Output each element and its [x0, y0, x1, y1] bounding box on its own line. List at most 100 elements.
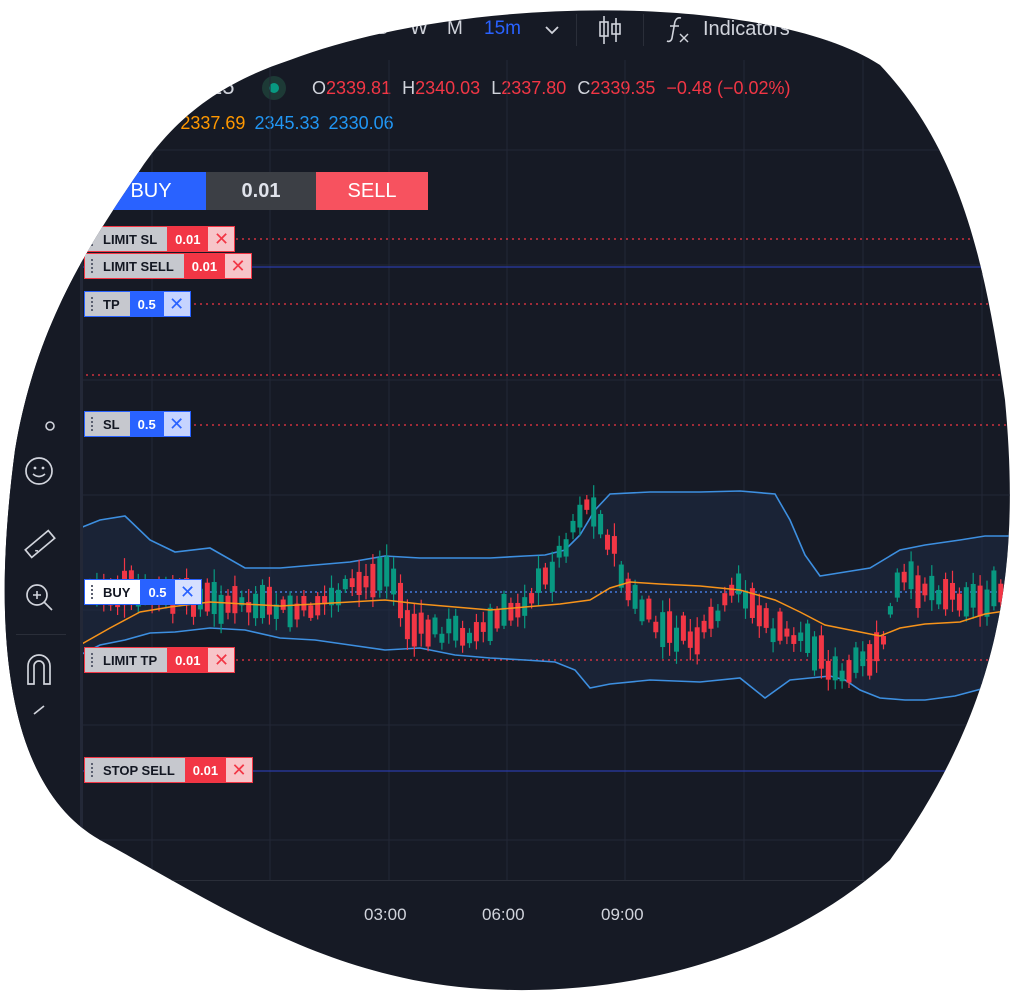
candle-body: [205, 583, 210, 612]
time-axis-label: 06:00: [482, 905, 525, 924]
close-icon[interactable]: ✕: [226, 758, 252, 782]
candle-body: [653, 622, 658, 632]
candle-body: [267, 587, 272, 615]
candle-body: [474, 622, 479, 641]
candle-body: [853, 647, 858, 672]
time-axis-label: 03:00: [364, 905, 407, 924]
close-icon[interactable]: ✕: [164, 412, 190, 436]
close-icon[interactable]: ✕: [208, 227, 234, 251]
candle-body: [536, 568, 541, 592]
candle-body: [253, 594, 258, 618]
candle-body: [929, 576, 934, 600]
candle-body: [502, 594, 507, 626]
candle-body: [847, 660, 852, 683]
candle-body: [950, 583, 955, 600]
toolbar-divider: [16, 634, 66, 635]
candle-body: [791, 635, 796, 644]
candle-body: [412, 614, 417, 647]
close-icon[interactable]: ✕: [208, 648, 234, 672]
order-qty[interactable]: 0.5: [130, 292, 164, 316]
emoji-icon[interactable]: [24, 456, 54, 491]
candle-body: [784, 629, 789, 637]
candle-body: [357, 572, 362, 595]
order-qty[interactable]: 0.01: [167, 648, 208, 672]
candle-body: [660, 612, 665, 647]
drag-handle-icon[interactable]: [91, 653, 93, 669]
candle-body: [370, 564, 375, 597]
candle-body: [943, 579, 948, 609]
candle-body: [681, 616, 686, 641]
candle-body: [860, 651, 865, 666]
candle-body: [978, 586, 983, 617]
candle-body: [757, 605, 762, 626]
candle-body: [433, 618, 438, 635]
candle-body: [909, 561, 914, 589]
candle-body: [888, 606, 893, 614]
candle-body: [453, 616, 458, 641]
candle-body: [350, 578, 355, 587]
candle-body: [384, 556, 389, 586]
drag-handle-icon[interactable]: [91, 585, 93, 601]
drag-handle-icon[interactable]: [91, 259, 93, 275]
candle-body: [301, 596, 306, 610]
sell-button[interactable]: SELL: [316, 172, 428, 210]
drag-handle-icon[interactable]: [91, 763, 93, 779]
candle-body: [515, 603, 520, 617]
candle-body: [819, 635, 824, 668]
candle-body: [495, 609, 500, 628]
candle-body: [964, 587, 969, 616]
order-qty[interactable]: 0.01: [184, 254, 225, 278]
candle-body: [364, 576, 369, 587]
candle-body: [646, 599, 651, 620]
candle-body: [467, 633, 472, 643]
candle-body: [488, 608, 493, 641]
time-axis-label: 09:00: [601, 905, 644, 924]
candle-body: [315, 596, 320, 615]
order-tp[interactable]: TP 0.5 ✕: [84, 291, 191, 317]
candle-body: [916, 575, 921, 608]
ruler-icon[interactable]: [22, 526, 58, 567]
order-qty[interactable]: 0.5: [140, 580, 174, 604]
order-sl[interactable]: SL 0.5 ✕: [84, 411, 191, 437]
order-limit-sl[interactable]: LIMIT SL 0.01 ✕: [84, 226, 235, 252]
order-stop-sell[interactable]: STOP SELL 0.01 ✕: [84, 757, 253, 783]
candle-body: [557, 546, 562, 558]
candle-body: [840, 671, 845, 682]
candle-body: [771, 628, 776, 642]
candle-body: [674, 628, 679, 652]
candle-body: [529, 593, 534, 603]
order-label: LIMIT TP: [103, 652, 158, 668]
zoom-in-icon[interactable]: [24, 582, 54, 617]
order-label: SL: [103, 416, 120, 432]
order-limit-sell[interactable]: LIMIT SELL 0.01 ✕: [84, 253, 252, 279]
candle-body: [729, 585, 734, 596]
brush-icon[interactable]: [36, 412, 58, 439]
close-icon[interactable]: ✕: [175, 580, 201, 604]
candle-body: [612, 536, 617, 554]
close-icon[interactable]: ✕: [164, 292, 190, 316]
candle-body: [895, 573, 900, 598]
order-limit-tp[interactable]: LIMIT TP 0.01 ✕: [84, 647, 235, 673]
candle-body: [667, 611, 672, 643]
close-icon[interactable]: ✕: [225, 254, 251, 278]
order-qty[interactable]: 0.01: [185, 758, 226, 782]
candle-body: [288, 596, 293, 628]
position-buy[interactable]: BUY 0.5 ✕: [84, 579, 202, 605]
quantity-input[interactable]: 0.01: [206, 172, 316, 210]
candle-body: [902, 572, 907, 583]
candle-body: [957, 594, 962, 611]
candle-body: [709, 607, 714, 629]
lock-icon[interactable]: [30, 702, 52, 729]
drag-handle-icon[interactable]: [91, 417, 93, 433]
candle-body: [812, 636, 817, 670]
drag-handle-icon[interactable]: [91, 297, 93, 313]
order-qty[interactable]: 0.5: [130, 412, 164, 436]
order-qty[interactable]: 0.01: [167, 227, 208, 251]
candle-body: [460, 628, 465, 646]
order-label: TP: [103, 296, 120, 312]
magnet-icon[interactable]: [24, 652, 54, 691]
candle-body: [426, 620, 431, 647]
candle-body: [212, 582, 217, 614]
candle-body: [764, 608, 769, 628]
candle-body: [971, 584, 976, 608]
